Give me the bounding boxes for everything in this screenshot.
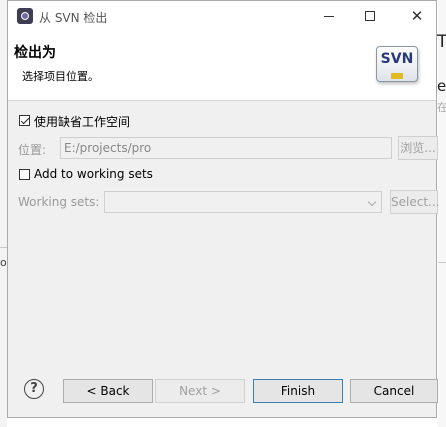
use-default-workspace-checkbox[interactable] [19, 115, 30, 126]
background-window-left [0, 0, 7, 427]
eclipse-app-icon [17, 8, 33, 24]
add-to-working-sets-checkbox[interactable] [19, 169, 30, 180]
chevron-down-icon [367, 197, 377, 207]
background-text-e: e [437, 77, 446, 95]
page-title: 检出为 [14, 45, 56, 61]
select-working-sets-button[interactable]: Select... [390, 190, 439, 214]
svn-logo-icon: SVN [376, 46, 418, 82]
background-text-t: T [437, 32, 446, 52]
location-label: 位置: [18, 143, 47, 157]
checkout-dialog: 从 SVN 检出 ✕ 检出为 选择项目位置。 SVN 使用缺省工作空间 位置: … [7, 0, 439, 418]
cancel-button[interactable]: Cancel [350, 379, 438, 403]
background-divider-left [0, 247, 7, 248]
background-text-g: 在 [437, 101, 446, 114]
finish-button[interactable]: Finish [253, 379, 343, 403]
add-to-working-sets-label[interactable]: Add to working sets [34, 167, 153, 181]
title-bar[interactable]: 从 SVN 检出 ✕ [8, 1, 436, 32]
wizard-header: 检出为 选择项目位置。 SVN [8, 32, 436, 101]
window-title: 从 SVN 检出 [39, 11, 108, 25]
help-icon[interactable]: ? [24, 379, 44, 399]
location-input[interactable]: E:/projects/pro [60, 137, 392, 159]
use-default-workspace-label[interactable]: 使用缺省工作空间 [34, 113, 130, 130]
working-sets-combo[interactable] [104, 191, 382, 213]
minimize-button[interactable] [314, 5, 344, 27]
background-divider-right [438, 262, 446, 263]
next-button[interactable]: Next > [155, 379, 245, 403]
browse-button[interactable]: 浏览... [398, 136, 438, 160]
background-window-right [438, 0, 446, 427]
page-subtitle: 选择项目位置。 [22, 70, 99, 83]
working-sets-label: Working sets: [18, 195, 100, 209]
back-button[interactable]: < Back [63, 379, 153, 403]
close-button[interactable]: ✕ [402, 5, 432, 27]
maximize-button[interactable] [355, 5, 385, 27]
